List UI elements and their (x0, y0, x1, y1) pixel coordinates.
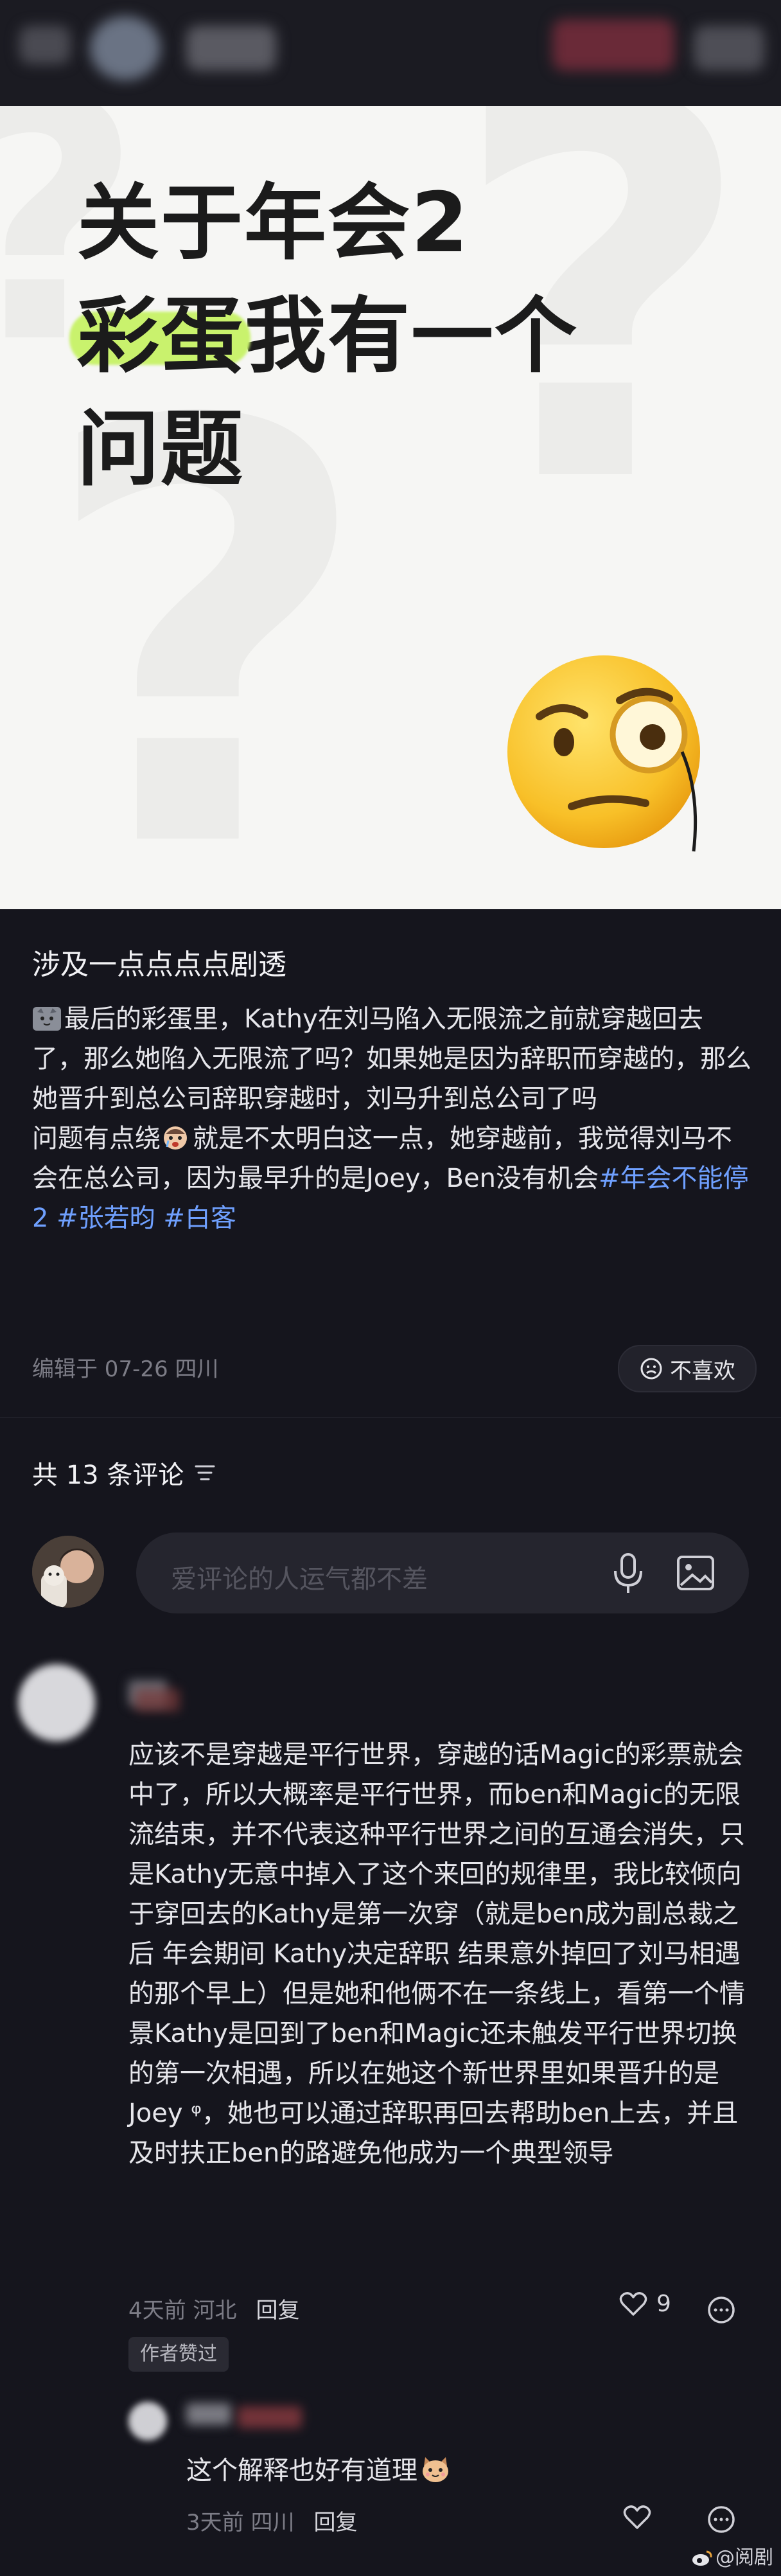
comment-meta: 4天前 河北 回复 (128, 2293, 299, 2324)
comment-text: 应该不是穿越是平行世界，穿越的话Magic的彩票就会中了，所以大概率是平行世界，… (128, 1740, 745, 2168)
like-button[interactable]: 9 (619, 2291, 671, 2317)
post-edit-meta: 编辑于 07-26 四川 (32, 1356, 219, 1382)
avatar-photo-icon (32, 1536, 104, 1608)
reply-text-row: 这个解释也好有道理 (186, 2449, 451, 2487)
comment-time-location: 4天前 河北 (128, 2298, 237, 2323)
reply-badge-blurred (238, 2406, 302, 2428)
reply-avatar[interactable] (128, 2402, 167, 2440)
blurred-share-area[interactable] (694, 26, 764, 71)
like-count: 9 (656, 2291, 671, 2317)
crying-face-emoji-icon (164, 1126, 187, 1150)
reply-time-location: 3天前 四川 (186, 2510, 295, 2536)
reply-text: 这个解释也好有道理 (186, 2456, 417, 2485)
watermark: @阅剧 (691, 2541, 773, 2570)
post-paragraph-2a: 问题有点绕 (32, 1124, 161, 1153)
cover-title-line-1: 关于年会2 (77, 175, 470, 271)
post-paragraph-1-text: 最后的彩蛋里，Kathy在刘马陷入无限流之前就穿越回去了，那么她陷入无限流了吗？… (32, 1004, 751, 1114)
author-liked-badge: 作者赞过 (128, 2337, 229, 2372)
post-paragraph: 最后的彩蛋里，Kathy在刘马陷入无限流之前就穿越回去了，那么她陷入无限流了吗？… (32, 999, 751, 1119)
more-options-icon[interactable] (706, 2295, 736, 2325)
face-with-monocle-icon (507, 655, 700, 852)
comment-input-placeholder: 爱评论的人运气都不差 (171, 1565, 428, 1594)
topic-tag[interactable]: #白客 (163, 1204, 236, 1233)
cover-title-line-2: 彩蛋我有一个 (77, 280, 578, 393)
more-options-icon[interactable] (706, 2505, 736, 2534)
comment-count-header: 共 13 条评论 (32, 1454, 216, 1491)
commenter-badge-blurred (135, 1689, 180, 1712)
cover-title-line-2-rest: 我有一个 (244, 289, 579, 384)
weibo-logo-icon (692, 2550, 712, 2566)
heart-icon (619, 2291, 647, 2316)
top-bar (0, 0, 781, 106)
sort-icon[interactable] (194, 1463, 216, 1482)
comment-input[interactable]: 爱评论的人运气都不差 (136, 1532, 749, 1613)
reply-meta: 3天前 四川 回复 (186, 2505, 357, 2536)
post-paragraph: 问题有点绕 就是不太明白这一点，她穿越前，我觉得刘马不会在总公司，因为最早升的是J… (32, 1119, 751, 1238)
blurred-avatar[interactable] (90, 16, 161, 80)
cat-emoji-icon (33, 1007, 61, 1031)
comment-count-label: 共 13 条评论 (32, 1461, 184, 1490)
watermark-text: @阅剧 (715, 2546, 773, 2569)
post-cover-image[interactable]: ? ? ? 关于年会2 彩蛋我有一个 问题 (0, 106, 781, 909)
blurred-back-area[interactable] (19, 26, 71, 64)
heart-icon[interactable] (623, 2505, 651, 2530)
cover-title-highlight: 彩蛋 (77, 289, 245, 384)
post-body: 最后的彩蛋里，Kathy在刘马陷入无限流之前就穿越回去了，那么她陷入无限流了吗？… (32, 999, 751, 1238)
blurred-username[interactable] (186, 26, 276, 71)
section-divider (0, 1417, 781, 1418)
image-picker-icon[interactable] (674, 1552, 717, 1594)
reply-button[interactable]: 回复 (256, 2298, 299, 2323)
cover-title-line-3: 问题 (77, 402, 245, 497)
reply-button[interactable]: 回复 (313, 2510, 357, 2536)
cover-title: 关于年会2 彩蛋我有一个 问题 (77, 167, 578, 506)
dislike-label: 不喜欢 (670, 1358, 735, 1384)
microphone-icon[interactable] (609, 1550, 647, 1595)
blurred-follow-button[interactable] (552, 19, 674, 71)
cat-emoji-icon (423, 2457, 448, 2482)
my-avatar[interactable] (32, 1536, 104, 1608)
sad-face-icon (640, 1358, 662, 1380)
topic-tag[interactable]: #张若昀 (57, 1204, 155, 1233)
reply-name-blurred[interactable] (186, 2403, 231, 2425)
dislike-button[interactable]: 不喜欢 (618, 1345, 757, 1392)
post-title: 涉及一点点点点剧透 (32, 948, 286, 981)
commenter-avatar[interactable] (18, 1664, 95, 1741)
